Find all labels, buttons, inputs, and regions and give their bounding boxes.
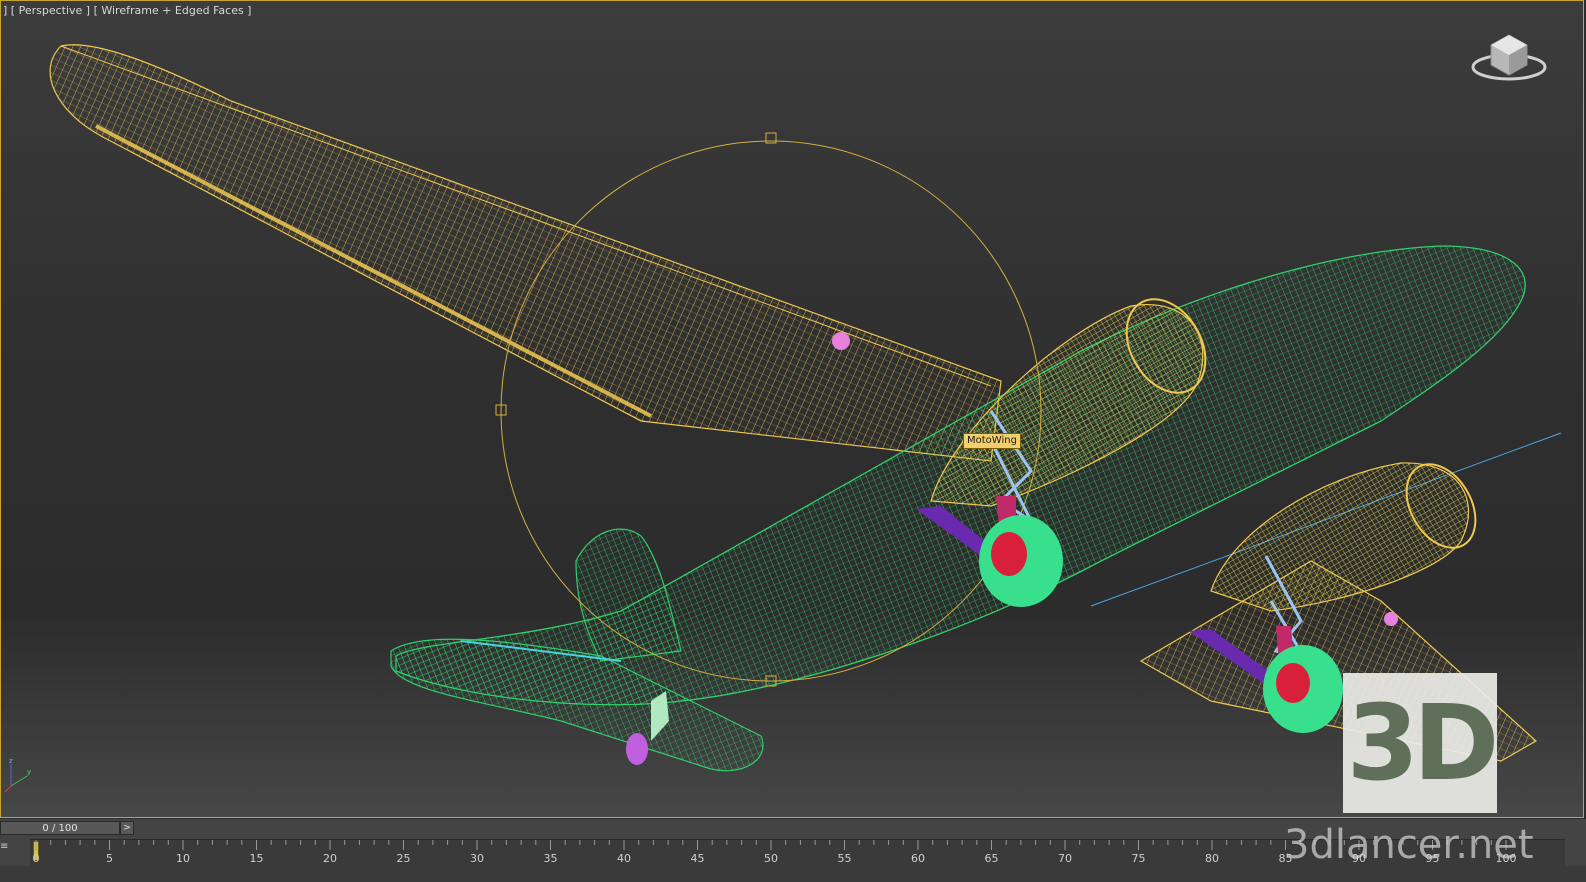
frame-tick-label: 50	[764, 852, 778, 865]
watermark-3d-badge: 3D	[1343, 673, 1499, 813]
wing-light-marker	[832, 332, 850, 350]
status-strip	[0, 866, 1586, 882]
next-frame-button[interactable]: >	[120, 821, 134, 835]
left-wing[interactable]	[49, 44, 1002, 462]
trackbar-menu-icon[interactable]: ≡	[0, 841, 14, 863]
frame-tick-label: 55	[838, 852, 852, 865]
frame-tick-label: 35	[544, 852, 558, 865]
frame-tick-label: 45	[691, 852, 705, 865]
watermark-site: 3dlancer.net	[1284, 822, 1534, 868]
frame-tick-label: 15	[250, 852, 264, 865]
frame-tick-label: 40	[617, 852, 631, 865]
viewcube[interactable]	[1467, 31, 1551, 91]
frame-tick-label: 10	[176, 852, 190, 865]
frame-tick-label: 65	[985, 852, 999, 865]
frame-tick-label: 0	[33, 852, 40, 865]
object-name-tag: MotoWing	[963, 433, 1021, 449]
frame-tick-label: 75	[1132, 852, 1146, 865]
axis-z-label: z	[9, 757, 13, 765]
frame-tick-label: 25	[397, 852, 411, 865]
axis-tripod: z y	[4, 757, 31, 793]
frame-tick-label: 80	[1205, 852, 1219, 865]
viewport-label[interactable]: ] [ Perspective ] [ Wireframe + Edged Fa…	[3, 4, 251, 17]
frame-tick-label: 70	[1058, 852, 1072, 865]
frame-tick-label: 20	[323, 852, 337, 865]
frame-tick-label: 60	[911, 852, 925, 865]
wing-light-marker-right	[1384, 612, 1398, 626]
time-slider[interactable]: 0 / 100	[0, 821, 120, 835]
perspective-viewport[interactable]: ] [ Perspective ] [ Wireframe + Edged Fa…	[0, 0, 1584, 818]
frame-tick-label: 30	[470, 852, 484, 865]
frame-tick-label: 5	[106, 852, 113, 865]
axis-y-label: y	[27, 768, 31, 776]
